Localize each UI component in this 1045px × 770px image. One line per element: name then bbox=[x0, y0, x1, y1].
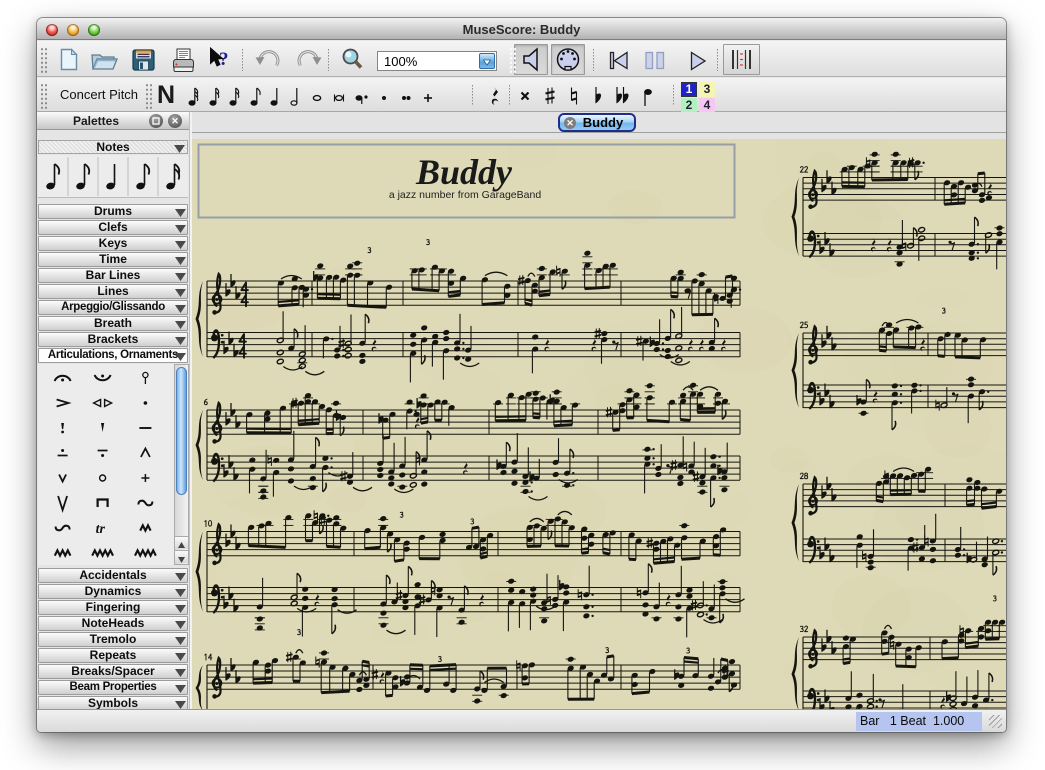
svg-text:Buddy: Buddy bbox=[415, 152, 513, 192]
svg-text:a jazz number from GarageBand: a jazz number from GarageBand bbox=[389, 189, 541, 201]
svg-text:?: ? bbox=[219, 49, 229, 70]
svg-text:tr: tr bbox=[96, 522, 106, 537]
